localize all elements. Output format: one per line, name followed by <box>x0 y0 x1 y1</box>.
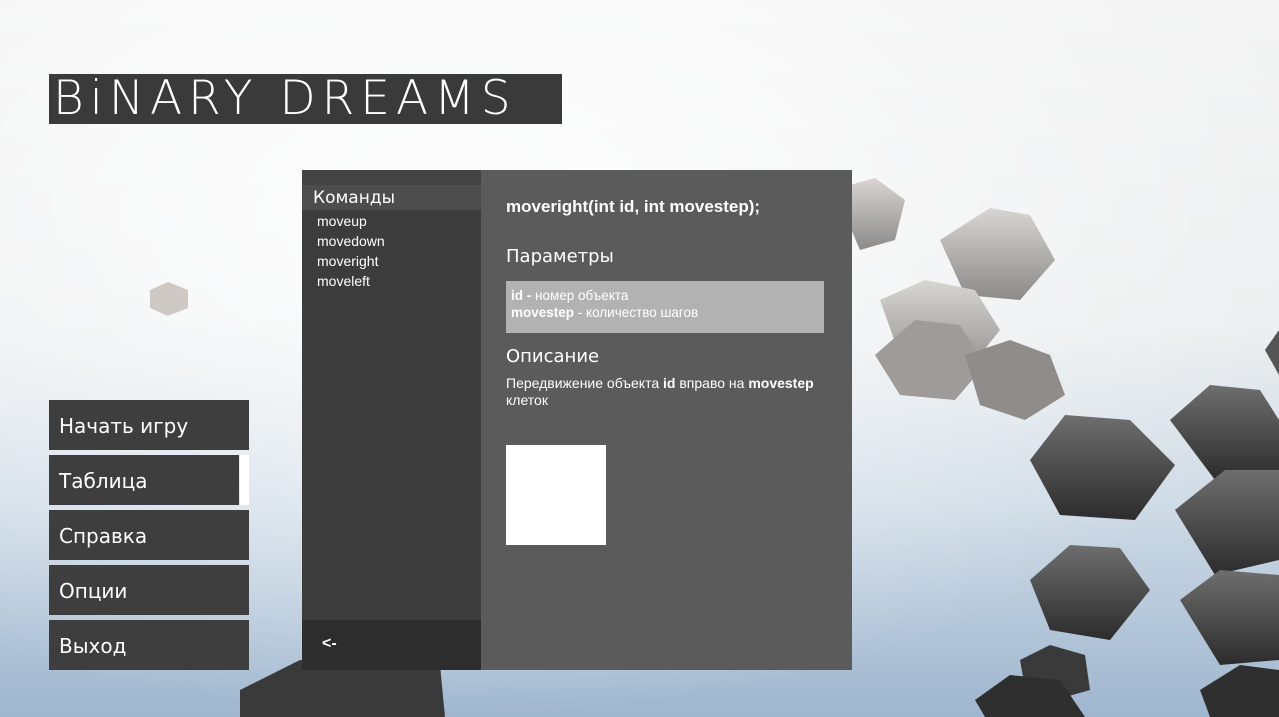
param-separator: - <box>574 305 587 320</box>
param-row-id: id - номер объекта <box>511 287 819 304</box>
options-button[interactable]: Опции <box>49 565 249 615</box>
game-logo: BiNARY DREAMS <box>49 74 562 124</box>
description-text: Передвижение объекта id вправо на movest… <box>506 375 836 409</box>
param-row-movestep: movestep - количество шагов <box>511 304 819 321</box>
command-item-moveright[interactable]: moveright <box>317 252 378 270</box>
description-bold: id <box>663 375 676 391</box>
start-game-button[interactable]: Начать игру <box>49 400 249 450</box>
param-name: id <box>511 288 523 303</box>
command-item-moveup[interactable]: moveup <box>317 212 367 230</box>
param-description: количество шагов <box>586 305 699 320</box>
params-box: id - номер объекта movestep - количество… <box>506 281 824 333</box>
command-item-moveleft[interactable]: moveleft <box>317 272 370 290</box>
description-part: Передвижение объекта <box>506 375 664 391</box>
params-title: Параметры <box>506 246 614 267</box>
leaderboard-button[interactable]: Таблица лидеров <box>49 455 239 545</box>
active-menu-indicator <box>240 455 249 505</box>
command-item-movedown[interactable]: movedown <box>317 232 385 250</box>
param-separator: - <box>523 288 535 303</box>
description-part: вправо на <box>675 375 749 391</box>
commands-list-top-bar <box>302 170 481 185</box>
commands-header: Команды <box>302 185 481 210</box>
param-description: номер объекта <box>535 288 629 303</box>
command-signature: moveright(int id, int movestep); <box>506 197 761 216</box>
back-button[interactable]: <- <box>322 635 337 653</box>
description-bold: movestep <box>748 375 814 391</box>
back-bar: <- <box>302 620 481 670</box>
command-preview-image <box>506 445 606 545</box>
help-button[interactable]: Справка <box>49 510 249 560</box>
param-name: movestep <box>511 305 575 320</box>
help-panel: Команды moveup movedown moveright movele… <box>302 170 852 670</box>
exit-button[interactable]: Выход <box>49 620 249 670</box>
description-title: Описание <box>506 346 600 367</box>
commands-list: Команды moveup movedown moveright movele… <box>302 170 481 670</box>
description-part: клеток <box>506 392 548 408</box>
